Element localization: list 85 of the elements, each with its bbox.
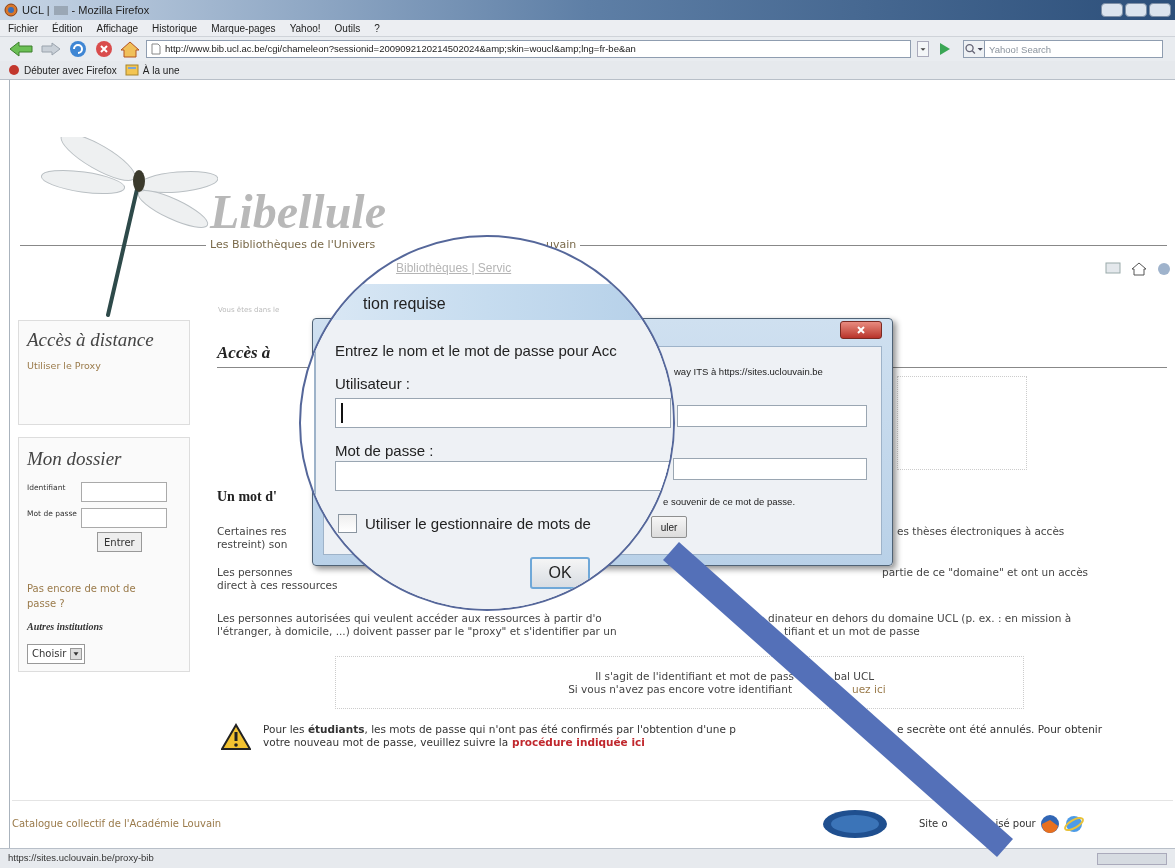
username-field[interactable] xyxy=(677,405,867,427)
magnified-nav-text: Bibliothèques | Servic xyxy=(396,260,512,277)
menu-item[interactable]: Affichage xyxy=(96,20,139,36)
close-button[interactable] xyxy=(840,321,882,339)
maximize-button[interactable] xyxy=(1125,3,1147,17)
site-subtitle: Les Bibliothèques de l'Univers xyxy=(210,236,377,253)
institution-select[interactable]: Choisir xyxy=(27,643,86,664)
footer-text: Site o xyxy=(919,817,948,831)
checkbox-label: Utiliser le gestionnaire de mots de xyxy=(365,514,591,534)
news-feed-icon xyxy=(124,64,139,76)
panel-title: Accès à distance xyxy=(27,329,155,351)
window-title: - Mozilla Firefox xyxy=(71,2,150,18)
username-field[interactable] xyxy=(335,398,671,428)
globe-icon xyxy=(4,3,18,17)
text-field[interactable] xyxy=(81,482,167,502)
dialog-text: e souvenir de ce mot de passe. xyxy=(663,495,796,509)
menu-item[interactable]: Fichier xyxy=(8,20,38,36)
address-field[interactable]: http://www.bib.ucl.ac.be/cgi/chameleon?sessionid=2009092120214502024&amp;skin=woucl&amp;lng=fr-be&an xyxy=(146,40,911,58)
reload-icon[interactable] xyxy=(68,39,88,59)
menu-item[interactable]: Outils xyxy=(334,20,361,36)
warning-icon xyxy=(221,723,251,751)
paragraph-text: tifiant et un mot de passe xyxy=(784,625,920,638)
page-heading: Accès à xyxy=(217,343,271,362)
info-link[interactable]: uez ici xyxy=(852,683,886,696)
password-field[interactable] xyxy=(335,461,671,491)
info-text: Il s'agit de l'identifiant et mot de pass xyxy=(595,670,794,682)
globe-logo-icon xyxy=(822,808,888,839)
paragraph-text: Les personnes autorisées qui veulent accéder aux ressources à partir d'o xyxy=(217,612,602,624)
proxy-link[interactable]: Utiliser le Proxy xyxy=(27,359,101,374)
warning-text: votre nouveau mot de passe, veuillez suivre la xyxy=(263,736,509,749)
back-arrow-icon[interactable] xyxy=(8,40,34,58)
checkbox[interactable] xyxy=(338,514,357,533)
section-heading: Un mot d' xyxy=(217,488,277,506)
fox-globe-icon xyxy=(1039,813,1060,834)
paragraph-text: direct à ces ressources xyxy=(217,579,338,591)
paragraph-text: restreint) son xyxy=(217,538,288,550)
enter-button[interactable]: Entrer xyxy=(97,532,142,552)
info-text: Si vous n'avez pas encore votre identifiant xyxy=(568,683,792,695)
field-label: Utilisateur : xyxy=(335,374,411,394)
field-label: Mot de passe : xyxy=(335,441,434,461)
window-title: UCL | xyxy=(22,2,50,18)
status-text: https://sites.uclouvain.be/proxy-bib xyxy=(8,851,154,866)
bookmark-link[interactable]: À la une xyxy=(142,62,180,78)
dialog-title: tion requise xyxy=(363,294,446,314)
menu-item[interactable]: ? xyxy=(374,20,380,36)
e-globe-icon xyxy=(1063,813,1084,834)
paragraph-text: Les personnes xyxy=(217,566,293,578)
forward-arrow-icon[interactable] xyxy=(40,40,62,58)
warning-text: Pour les étudiants, les mots de passe qui n'ont pas été confirmés par l'obtention d'une p xyxy=(263,723,736,735)
catalogue-link[interactable]: Catalogue collectif de l'Académie Louvain xyxy=(12,816,822,831)
panel-title: Mon dossier xyxy=(27,448,123,470)
home-icon[interactable] xyxy=(120,40,140,58)
dialog-message: Entrez le nom et le mot de passe pour Acc xyxy=(335,341,617,361)
paragraph-text: l'étranger, à domicile, ...) doivent passer par le "proxy" et s'identifier par un xyxy=(217,625,617,637)
paragraph-text: Certaines res xyxy=(217,525,287,537)
warning-text: e secrète ont été annulés. Pour obtenir xyxy=(897,723,1103,736)
text-field[interactable] xyxy=(81,508,167,528)
menu-item[interactable]: Yahoo! xyxy=(289,20,321,36)
password-field[interactable] xyxy=(673,458,867,480)
close-icon xyxy=(856,325,866,335)
blurred-text xyxy=(53,5,68,15)
info-text: bal UCL xyxy=(834,670,875,683)
cancel-button[interactable]: uler xyxy=(651,516,687,538)
bookmark-link[interactable]: Débuter avec Firefox xyxy=(24,62,117,78)
progress-area xyxy=(1097,852,1167,865)
paragraph-text: dinateur en dehors du domaine UCL (p. ex. : en mission à xyxy=(768,612,1072,625)
search-icon[interactable] xyxy=(963,40,985,58)
minimize-button[interactable] xyxy=(1101,3,1123,17)
paragraph-text: partie de ce "domaine" et ont un accès xyxy=(882,566,1089,579)
dialog-message: way ITS à https://sites.uclouvain.be xyxy=(674,365,823,379)
panel-subtitle: Autres institutions xyxy=(27,619,104,634)
text-cursor xyxy=(341,403,343,423)
menu-item[interactable]: Édition xyxy=(52,20,83,36)
paragraph-text: es thèses électroniques à accès xyxy=(897,525,1065,538)
menu-item[interactable]: Marque-pages xyxy=(211,20,276,36)
site-logo: Libellule xyxy=(210,188,387,236)
ok-button[interactable]: OK xyxy=(530,557,590,589)
close-button[interactable] xyxy=(1149,3,1171,17)
page-icon xyxy=(151,43,161,55)
home-icon[interactable] xyxy=(1131,262,1147,276)
search-field[interactable]: Yahoo! Search xyxy=(985,40,1163,58)
procedure-link[interactable]: procédure indiquée ici xyxy=(512,736,645,749)
stop-icon[interactable] xyxy=(94,39,114,59)
menu-item[interactable]: Historique xyxy=(152,20,198,36)
register-link[interactable]: Pas encore de mot de passe ? xyxy=(27,580,157,611)
